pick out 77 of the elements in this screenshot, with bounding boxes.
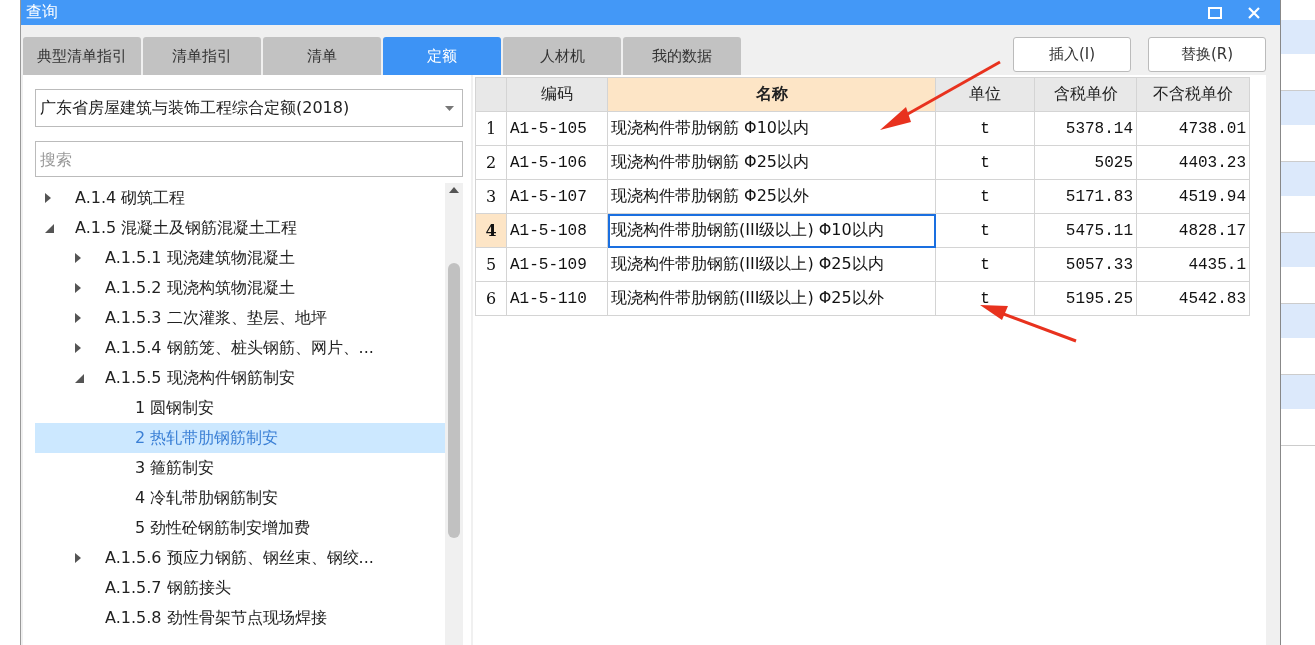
- tree-item[interactable]: A.1.5.7 钢筋接头: [35, 573, 445, 603]
- row-number[interactable]: 3: [475, 179, 507, 214]
- collapse-icon[interactable]: [75, 373, 84, 383]
- action-button[interactable]: 插入(I): [1013, 37, 1131, 72]
- table-cell: A1-5-105: [506, 111, 608, 146]
- table-cell: 现浇构件带肋钢筋(III级以上) Φ10以内: [607, 213, 936, 248]
- tree-item[interactable]: A.1.5.1 现浇建筑物混凝土: [35, 243, 445, 273]
- tree-item[interactable]: A.1.5.6 预应力钢筋、钢丝束、钢绞...: [35, 543, 445, 573]
- collapse-icon[interactable]: [45, 223, 54, 233]
- scrollbar[interactable]: [445, 183, 463, 645]
- row-number[interactable]: 1: [475, 111, 507, 146]
- action-button[interactable]: 替换(R): [1148, 37, 1266, 72]
- column-header[interactable]: 单位: [935, 77, 1035, 112]
- expand-icon[interactable]: [75, 253, 81, 263]
- table-cell: 5025: [1034, 145, 1137, 180]
- tree-item[interactable]: 1 圆钢制安: [35, 393, 445, 423]
- tree-item[interactable]: 4 冷轧带肋钢筋制安: [35, 483, 445, 513]
- window-title: 查询: [26, 2, 59, 23]
- table-cell: 现浇构件带肋钢筋(III级以上) Φ25以外: [607, 281, 936, 316]
- expand-icon[interactable]: [75, 553, 81, 563]
- row-number[interactable]: 6: [475, 281, 507, 316]
- expand-icon[interactable]: [75, 283, 81, 293]
- tab[interactable]: 我的数据: [623, 37, 741, 75]
- table-cell: t: [935, 247, 1035, 282]
- corner-cell: [475, 77, 507, 112]
- tree-item[interactable]: A.1.4 砌筑工程: [35, 183, 445, 213]
- table-cell: 5171.83: [1034, 179, 1137, 214]
- table-cell: 4542.83: [1136, 281, 1250, 316]
- search-field[interactable]: 搜索: [35, 141, 463, 177]
- row-number[interactable]: 5: [475, 247, 507, 282]
- scroll-up-icon[interactable]: [449, 187, 459, 193]
- row-number[interactable]: 2: [475, 145, 507, 180]
- table-cell: 现浇构件带肋钢筋(III级以上) Φ25以内: [607, 247, 936, 282]
- tree-item[interactable]: A.1.5.2 现浇构筑物混凝土: [35, 273, 445, 303]
- table-cell: 5057.33: [1034, 247, 1137, 282]
- table-cell: 5378.14: [1034, 111, 1137, 146]
- tree-item[interactable]: A.1.5.5 现浇构件钢筋制安: [35, 363, 445, 393]
- row-number[interactable]: 4: [475, 213, 507, 248]
- column-header[interactable]: 含税单价: [1034, 77, 1137, 112]
- table-cell: 5475.11: [1034, 213, 1137, 248]
- tree-item[interactable]: A.1.5.3 二次灌浆、垫层、地坪: [35, 303, 445, 333]
- tab[interactable]: 人材机: [503, 37, 621, 75]
- table-cell: t: [935, 145, 1035, 180]
- tree-item[interactable]: A.1.5.8 劲性骨架节点现场焊接: [35, 603, 445, 633]
- tab[interactable]: 典型清单指引: [23, 37, 141, 75]
- expand-icon[interactable]: [75, 343, 81, 353]
- table-cell: A1-5-109: [506, 247, 608, 282]
- table-cell: 4828.17: [1136, 213, 1250, 248]
- expand-icon[interactable]: [75, 313, 81, 323]
- tree-item[interactable]: 3 箍筋制安: [35, 453, 445, 483]
- column-header[interactable]: 名称: [607, 77, 936, 112]
- close-icon[interactable]: [1248, 6, 1260, 19]
- table-cell: 5195.25: [1034, 281, 1137, 316]
- tab[interactable]: 清单: [263, 37, 381, 75]
- table-cell: t: [935, 179, 1035, 214]
- table-cell: A1-5-110: [506, 281, 608, 316]
- maximize-icon[interactable]: [1208, 6, 1222, 19]
- table-cell: t: [935, 111, 1035, 146]
- column-header[interactable]: 不含税单价: [1136, 77, 1250, 112]
- library-dropdown[interactable]: 广东省房屋建筑与装饰工程综合定额(2018): [35, 89, 463, 127]
- table-cell: 现浇构件带肋钢筋 Φ25以外: [607, 179, 936, 214]
- table-cell: 4519.94: [1136, 179, 1250, 214]
- table-cell: 现浇构件带肋钢筋 Φ25以内: [607, 145, 936, 180]
- table-cell: A1-5-106: [506, 145, 608, 180]
- expand-icon[interactable]: [45, 193, 51, 203]
- tree-item[interactable]: A.1.5.4 钢筋笼、桩头钢筋、网片、...: [35, 333, 445, 363]
- dropdown-caret-icon: [445, 105, 454, 111]
- table-cell: 4403.23: [1136, 145, 1250, 180]
- table-cell: A1-5-108: [506, 213, 608, 248]
- tree-item[interactable]: A.1.5 混凝土及钢筋混凝土工程: [35, 213, 445, 243]
- column-header[interactable]: 编码: [506, 77, 608, 112]
- table-cell: A1-5-107: [506, 179, 608, 214]
- tree-item[interactable]: 5 劲性砼钢筋制安增加费: [35, 513, 445, 543]
- table-cell: 4738.01: [1136, 111, 1250, 146]
- tab[interactable]: 清单指引: [143, 37, 261, 75]
- table-cell: 4435.1: [1136, 247, 1250, 282]
- table-cell: t: [935, 213, 1035, 248]
